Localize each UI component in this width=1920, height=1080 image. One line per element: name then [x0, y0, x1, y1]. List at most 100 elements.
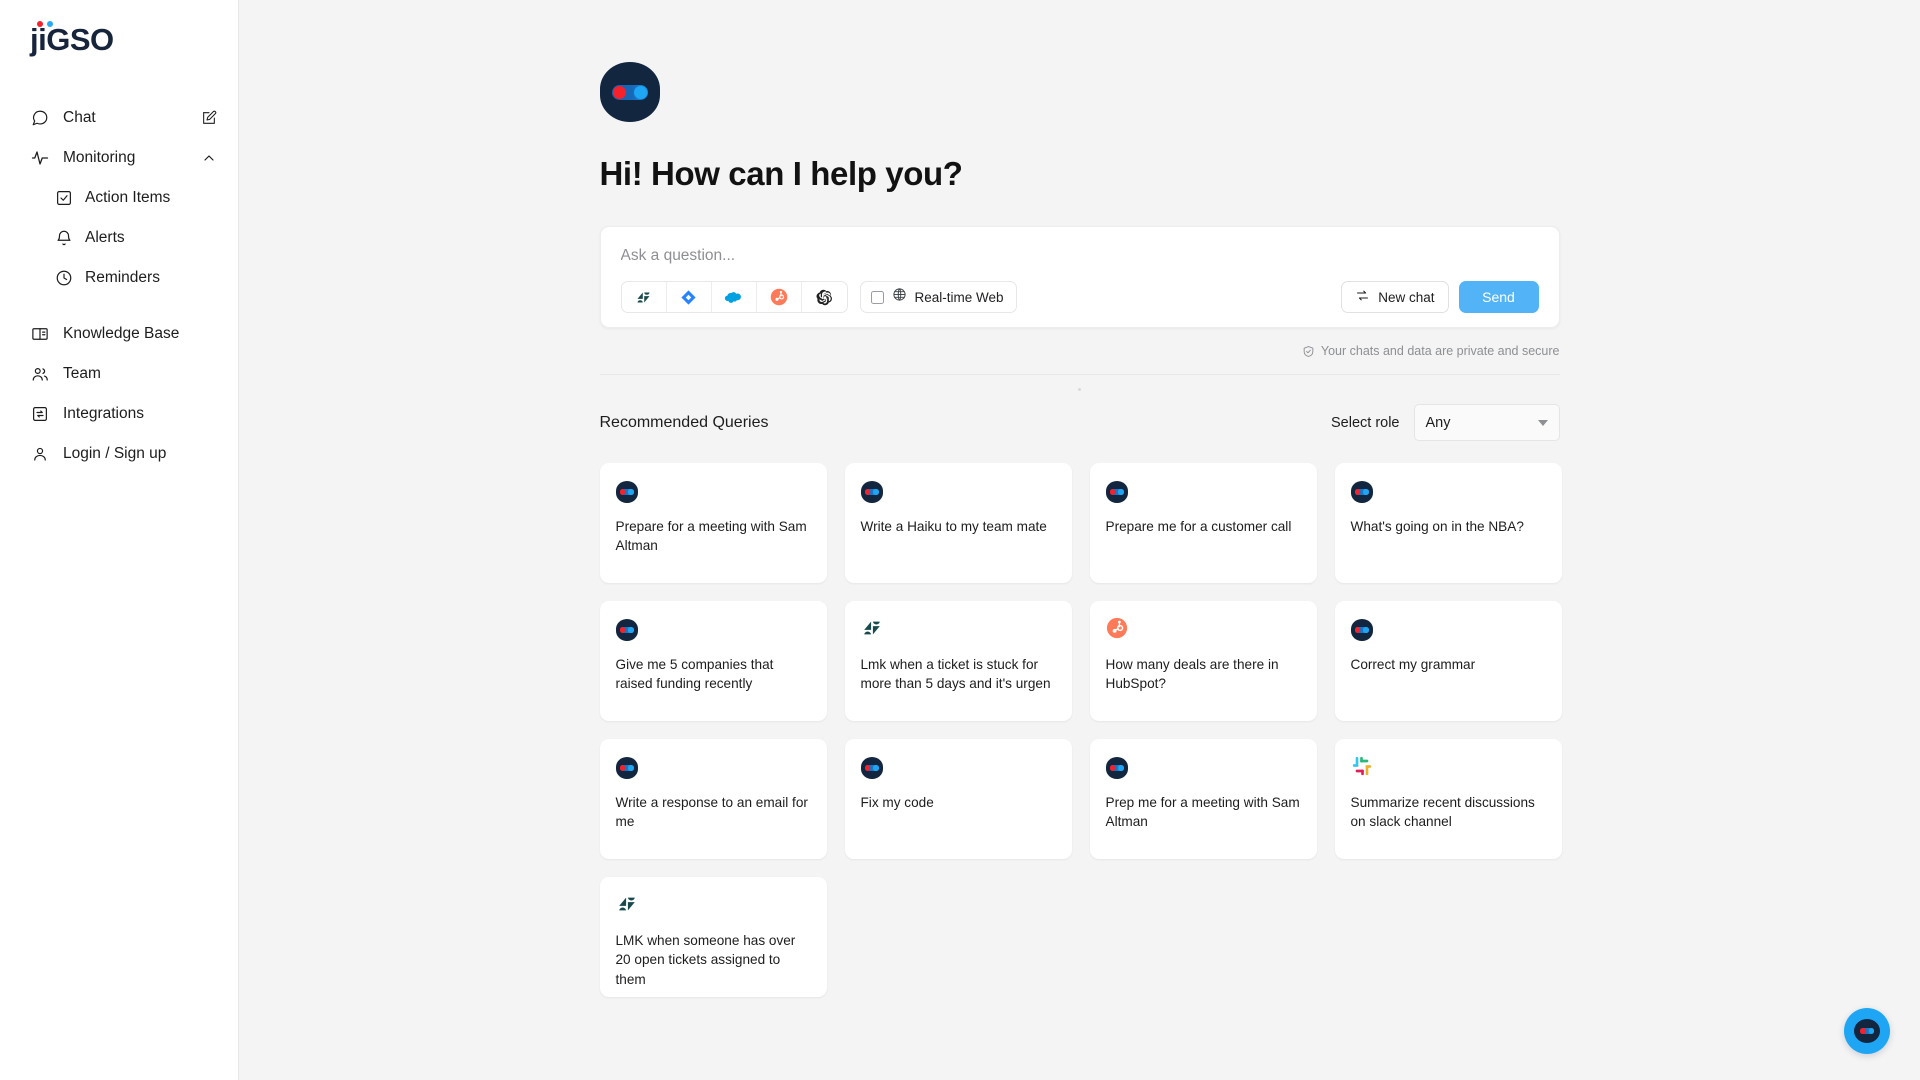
- bot-eyes: [619, 627, 634, 633]
- chevron-up-icon[interactable]: [200, 149, 218, 167]
- sidebar-item-label: Login / Sign up: [63, 445, 167, 462]
- logo-text: jiGSO: [30, 22, 114, 57]
- compose-pencil-icon[interactable]: [200, 109, 218, 127]
- shield-check-icon: [1302, 345, 1315, 358]
- bot-eye-red: [619, 627, 625, 633]
- sidebar-item-alerts[interactable]: Alerts: [0, 218, 238, 258]
- bot-eyes: [619, 489, 634, 495]
- sidebar-item-monitoring[interactable]: Monitoring: [0, 138, 238, 178]
- card-text: Prep me for a meeting with Sam Altman: [1105, 795, 1300, 830]
- card-icon: [1350, 619, 1546, 641]
- bot-eye-red: [1109, 765, 1115, 771]
- people-icon: [30, 365, 49, 384]
- bot-eye-blue: [628, 627, 634, 633]
- sidebar-item-label: Knowledge Base: [63, 325, 180, 342]
- jigso-bot-avatar-icon: [615, 619, 638, 641]
- recommended-query-card[interactable]: Correct my grammar: [1334, 601, 1562, 721]
- card-text: How many deals are there in HubSpot?: [1105, 657, 1279, 692]
- realtime-web-toggle[interactable]: Real-time Web: [859, 281, 1017, 313]
- zendesk-icon[interactable]: [621, 282, 667, 312]
- section-divider: [599, 374, 1560, 375]
- recommended-query-card[interactable]: Lmk when a ticket is stuck for more than…: [844, 601, 1072, 721]
- recommended-query-card[interactable]: Prep me for a meeting with Sam Altman: [1089, 739, 1317, 859]
- bot-eye-blue: [628, 489, 634, 495]
- card-text: Fix my code: [860, 795, 934, 810]
- bot-eye-red: [1109, 489, 1115, 495]
- sidebar-item-login-signup[interactable]: Login / Sign up: [0, 434, 238, 474]
- sidebar-item-label: Integrations: [63, 405, 144, 422]
- question-input[interactable]: [620, 245, 1539, 281]
- bot-eye-blue: [1118, 765, 1124, 771]
- card-icon: [860, 757, 1056, 779]
- recommended-query-card[interactable]: LMK when someone has over 20 open ticket…: [599, 877, 827, 997]
- zendesk-icon: [861, 617, 883, 644]
- jigso-bot-avatar-icon: [860, 481, 883, 503]
- sidebar-nav: Chat Monitoring Action Items Alerts Remi…: [0, 98, 238, 474]
- recommended-query-card[interactable]: Summarize recent discussions on slack ch…: [1334, 739, 1562, 859]
- bot-eye-blue: [873, 489, 879, 495]
- card-text: Prepare for a meeting with Sam Altman: [615, 519, 807, 554]
- bot-eye-blue: [873, 765, 879, 771]
- bot-eye-red: [619, 489, 625, 495]
- recommended-queries-title: Recommended Queries: [599, 413, 769, 431]
- sidebar-item-label: Alerts: [85, 229, 125, 246]
- sidebar: jiGSO Chat Monitoring Action Items Alert…: [0, 0, 239, 1080]
- recommended-query-card[interactable]: Fix my code: [844, 739, 1072, 859]
- logo-dot-red-icon: [37, 21, 43, 27]
- user-icon: [30, 445, 49, 464]
- jigso-chat-fab-icon: [1854, 1019, 1880, 1043]
- sidebar-item-team[interactable]: Team: [0, 354, 238, 394]
- card-text: Lmk when a ticket is stuck for more than…: [860, 657, 1051, 692]
- sidebar-item-label: Team: [63, 365, 101, 382]
- card-icon: [861, 619, 1056, 641]
- card-text: Prepare me for a customer call: [1105, 519, 1292, 534]
- bot-eyes: [611, 84, 648, 100]
- realtime-web-checkbox[interactable]: [870, 290, 884, 304]
- recommended-query-card[interactable]: Prepare me for a customer call: [1089, 463, 1317, 583]
- zendesk-icon: [616, 893, 638, 920]
- send-button[interactable]: Send: [1458, 281, 1539, 313]
- recommended-header: Recommended Queries Select role Any: [600, 404, 1560, 441]
- sidebar-item-action-items[interactable]: Action Items: [0, 178, 238, 218]
- bot-eye-blue: [633, 85, 647, 99]
- sidebar-item-chat[interactable]: Chat: [0, 98, 238, 138]
- recommended-query-card[interactable]: How many deals are there in HubSpot?: [1089, 601, 1317, 721]
- logo-dot-blue-icon: [47, 21, 53, 27]
- card-text: Summarize recent discussions on slack ch…: [1350, 795, 1535, 830]
- recommended-query-card[interactable]: Write a response to an email for me: [599, 739, 827, 859]
- chat-composer: Real-time Web New chat Send: [599, 226, 1560, 328]
- hubspot-icon[interactable]: [756, 282, 802, 312]
- jira-icon[interactable]: [666, 282, 712, 312]
- role-select-dropdown[interactable]: Any: [1413, 404, 1560, 441]
- new-chat-label: New chat: [1378, 289, 1435, 305]
- salesforce-icon[interactable]: [711, 282, 757, 312]
- recommended-query-card[interactable]: What's going on in the NBA?: [1334, 463, 1562, 583]
- composer-toolbar: Real-time Web New chat Send: [620, 281, 1539, 313]
- sidebar-item-knowledge-base[interactable]: Knowledge Base: [0, 314, 238, 354]
- chat-fab-button[interactable]: [1844, 1008, 1890, 1054]
- sidebar-item-integrations[interactable]: Integrations: [0, 394, 238, 434]
- card-icon: [1350, 481, 1546, 503]
- role-select-value: Any: [1425, 414, 1451, 431]
- chevron-down-icon: [1537, 419, 1548, 426]
- bot-eyes: [1354, 489, 1369, 495]
- privacy-note: Your chats and data are private and secu…: [600, 344, 1560, 358]
- jigso-bot-avatar-icon: [860, 757, 883, 779]
- privacy-note-text: Your chats and data are private and secu…: [1320, 344, 1560, 358]
- openai-icon[interactable]: [801, 282, 847, 312]
- recommended-query-card[interactable]: Give me 5 companies that raised funding …: [599, 601, 827, 721]
- bot-eye-blue: [1118, 489, 1124, 495]
- content-column: Hi! How can I help you? Ask a question..…: [599, 0, 1562, 997]
- clock-icon: [54, 269, 73, 288]
- bot-eye-red: [864, 765, 870, 771]
- new-chat-button[interactable]: New chat: [1341, 281, 1449, 313]
- card-text: Correct my grammar: [1350, 657, 1476, 672]
- recommended-query-card[interactable]: Prepare for a meeting with Sam Altman: [599, 463, 827, 583]
- sidebar-item-reminders[interactable]: Reminders: [0, 258, 238, 298]
- recommended-query-card[interactable]: Write a Haiku to my team mate: [844, 463, 1072, 583]
- bot-eyes: [864, 765, 879, 771]
- jigso-bot-avatar-icon: [1350, 481, 1373, 503]
- app-logo[interactable]: jiGSO: [0, 18, 238, 76]
- bot-eye-red: [1354, 489, 1360, 495]
